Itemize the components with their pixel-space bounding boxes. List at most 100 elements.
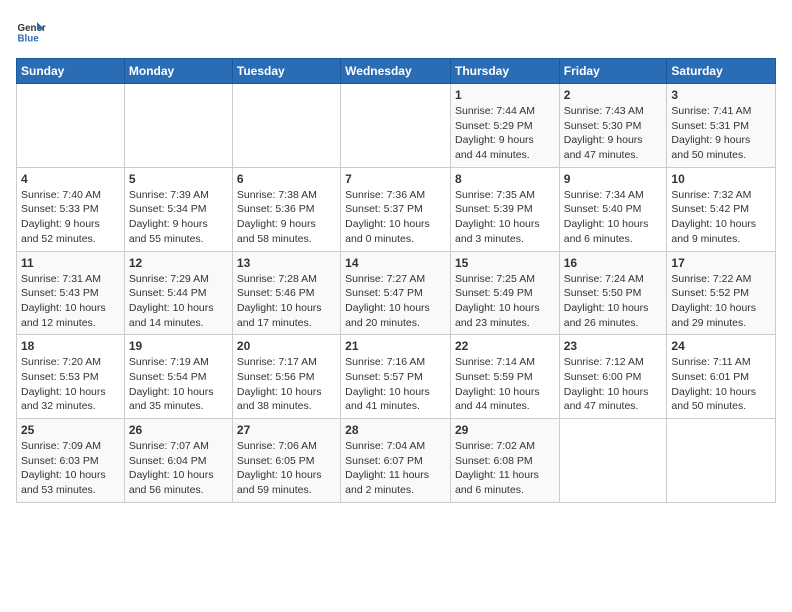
calendar-cell: 23 Sunrise: 7:12 AM Sunset: 6:00 PM Dayli… (559, 335, 667, 419)
calendar-cell: 26 Sunrise: 7:07 AM Sunset: 6:04 PM Dayli… (124, 419, 232, 503)
day-number: 25 (21, 423, 120, 437)
calendar-cell: 28Sunrise: 7:04 AM Sunset: 6:07 PM Dayli… (341, 419, 451, 503)
day-detail: Sunrise: 7:14 AM Sunset: 5:59 PM Dayligh… (455, 355, 555, 414)
calendar-cell (667, 419, 776, 503)
page-header: General Blue (16, 16, 776, 46)
day-number: 2 (564, 88, 663, 102)
day-detail: Sunrise: 7:19 AM Sunset: 5:54 PM Dayligh… (129, 355, 228, 414)
logo-icon: General Blue (16, 16, 46, 46)
calendar-cell (559, 419, 667, 503)
day-number: 14 (345, 256, 446, 270)
day-detail: Sunrise: 7:12 AM Sunset: 6:00 PM Dayligh… (564, 355, 663, 414)
day-detail: Sunrise: 7:34 AM Sunset: 5:40 PM Dayligh… (564, 188, 663, 247)
calendar-cell (341, 84, 451, 168)
calendar-week-2: 4 Sunrise: 7:40 AM Sunset: 5:33 PM Daylig… (17, 167, 776, 251)
calendar-body: 1 Sunrise: 7:44 AM Sunset: 5:29 PM Daylig… (17, 84, 776, 503)
calendar-cell: 7 Sunrise: 7:36 AM Sunset: 5:37 PM Daylig… (341, 167, 451, 251)
calendar-cell (124, 84, 232, 168)
day-number: 15 (455, 256, 555, 270)
calendar-cell: 25 Sunrise: 7:09 AM Sunset: 6:03 PM Dayli… (17, 419, 125, 503)
day-detail: Sunrise: 7:41 AM Sunset: 5:31 PM Dayligh… (671, 104, 771, 163)
calendar-cell: 4 Sunrise: 7:40 AM Sunset: 5:33 PM Daylig… (17, 167, 125, 251)
calendar-cell: 21Sunrise: 7:16 AM Sunset: 5:57 PM Dayli… (341, 335, 451, 419)
calendar-week-1: 1 Sunrise: 7:44 AM Sunset: 5:29 PM Daylig… (17, 84, 776, 168)
day-detail: Sunrise: 7:17 AM Sunset: 5:56 PM Dayligh… (237, 355, 336, 414)
day-detail: Sunrise: 7:32 AM Sunset: 5:42 PM Dayligh… (671, 188, 771, 247)
day-header-sunday: Sunday (17, 59, 125, 84)
day-number: 11 (21, 256, 120, 270)
calendar-cell (232, 84, 340, 168)
day-number: 9 (564, 172, 663, 186)
day-detail: Sunrise: 7:31 AM Sunset: 5:43 PM Dayligh… (21, 272, 120, 331)
day-number: 19 (129, 339, 228, 353)
day-detail: Sunrise: 7:06 AM Sunset: 6:05 PM Dayligh… (237, 439, 336, 498)
calendar-cell (17, 84, 125, 168)
day-header-monday: Monday (124, 59, 232, 84)
day-number: 5 (129, 172, 228, 186)
calendar-cell: 13 Sunrise: 7:28 AM Sunset: 5:46 PM Dayli… (232, 251, 340, 335)
day-number: 20 (237, 339, 336, 353)
day-number: 10 (671, 172, 771, 186)
day-detail: Sunrise: 7:44 AM Sunset: 5:29 PM Dayligh… (455, 104, 555, 163)
day-detail: Sunrise: 7:09 AM Sunset: 6:03 PM Dayligh… (21, 439, 120, 498)
calendar-cell: 5 Sunrise: 7:39 AM Sunset: 5:34 PM Daylig… (124, 167, 232, 251)
day-number: 26 (129, 423, 228, 437)
calendar-cell: 14 Sunrise: 7:27 AM Sunset: 5:47 PM Dayli… (341, 251, 451, 335)
calendar-cell: 20 Sunrise: 7:17 AM Sunset: 5:56 PM Dayli… (232, 335, 340, 419)
calendar-header-row: SundayMondayTuesdayWednesdayThursdayFrid… (17, 59, 776, 84)
day-detail: Sunrise: 7:43 AM Sunset: 5:30 PM Dayligh… (564, 104, 663, 163)
day-number: 29 (455, 423, 555, 437)
day-header-thursday: Thursday (450, 59, 559, 84)
svg-text:Blue: Blue (18, 34, 40, 45)
day-number: 17 (671, 256, 771, 270)
day-detail: Sunrise: 7:28 AM Sunset: 5:46 PM Dayligh… (237, 272, 336, 331)
day-detail: Sunrise: 7:35 AM Sunset: 5:39 PM Dayligh… (455, 188, 555, 247)
calendar-cell: 16 Sunrise: 7:24 AM Sunset: 5:50 PM Dayli… (559, 251, 667, 335)
calendar-cell: 29 Sunrise: 7:02 AM Sunset: 6:08 PM Dayli… (450, 419, 559, 503)
calendar-cell: 2 Sunrise: 7:43 AM Sunset: 5:30 PM Daylig… (559, 84, 667, 168)
calendar-cell: 15 Sunrise: 7:25 AM Sunset: 5:49 PM Dayli… (450, 251, 559, 335)
calendar-cell: 22 Sunrise: 7:14 AM Sunset: 5:59 PM Dayli… (450, 335, 559, 419)
day-number: 1 (455, 88, 555, 102)
calendar-cell: 1 Sunrise: 7:44 AM Sunset: 5:29 PM Daylig… (450, 84, 559, 168)
calendar-cell: 18 Sunrise: 7:20 AM Sunset: 5:53 PM Dayli… (17, 335, 125, 419)
day-number: 27 (237, 423, 336, 437)
day-number: 8 (455, 172, 555, 186)
calendar-cell: 9 Sunrise: 7:34 AM Sunset: 5:40 PM Daylig… (559, 167, 667, 251)
day-detail: Sunrise: 7:40 AM Sunset: 5:33 PM Dayligh… (21, 188, 120, 247)
day-detail: Sunrise: 7:07 AM Sunset: 6:04 PM Dayligh… (129, 439, 228, 498)
day-detail: Sunrise: 7:24 AM Sunset: 5:50 PM Dayligh… (564, 272, 663, 331)
day-number: 22 (455, 339, 555, 353)
calendar-cell: 8 Sunrise: 7:35 AM Sunset: 5:39 PM Daylig… (450, 167, 559, 251)
calendar-table: SundayMondayTuesdayWednesdayThursdayFrid… (16, 58, 776, 503)
day-detail: Sunrise: 7:11 AM Sunset: 6:01 PM Dayligh… (671, 355, 771, 414)
day-number: 16 (564, 256, 663, 270)
day-number: 23 (564, 339, 663, 353)
day-number: 4 (21, 172, 120, 186)
calendar-cell: 19 Sunrise: 7:19 AM Sunset: 5:54 PM Dayli… (124, 335, 232, 419)
day-detail: Sunrise: 7:20 AM Sunset: 5:53 PM Dayligh… (21, 355, 120, 414)
day-header-friday: Friday (559, 59, 667, 84)
day-header-saturday: Saturday (667, 59, 776, 84)
calendar-cell: 11 Sunrise: 7:31 AM Sunset: 5:43 PM Dayli… (17, 251, 125, 335)
calendar-cell: 12 Sunrise: 7:29 AM Sunset: 5:44 PM Dayli… (124, 251, 232, 335)
calendar-cell: 24 Sunrise: 7:11 AM Sunset: 6:01 PM Dayli… (667, 335, 776, 419)
day-detail: Sunrise: 7:29 AM Sunset: 5:44 PM Dayligh… (129, 272, 228, 331)
day-detail: Sunrise: 7:02 AM Sunset: 6:08 PM Dayligh… (455, 439, 555, 498)
day-header-wednesday: Wednesday (341, 59, 451, 84)
logo: General Blue (16, 16, 46, 46)
day-number: 6 (237, 172, 336, 186)
calendar-week-5: 25 Sunrise: 7:09 AM Sunset: 6:03 PM Dayli… (17, 419, 776, 503)
day-number: 13 (237, 256, 336, 270)
day-detail: Sunrise: 7:38 AM Sunset: 5:36 PM Dayligh… (237, 188, 336, 247)
calendar-cell: 27 Sunrise: 7:06 AM Sunset: 6:05 PM Dayli… (232, 419, 340, 503)
day-number: 18 (21, 339, 120, 353)
day-detail: Sunrise: 7:27 AM Sunset: 5:47 PM Dayligh… (345, 272, 446, 331)
day-number: 7 (345, 172, 446, 186)
day-detail: Sunrise: 7:22 AM Sunset: 5:52 PM Dayligh… (671, 272, 771, 331)
day-detail: Sunrise: 7:39 AM Sunset: 5:34 PM Dayligh… (129, 188, 228, 247)
day-number: 24 (671, 339, 771, 353)
day-detail: Sunrise: 7:36 AM Sunset: 5:37 PM Dayligh… (345, 188, 446, 247)
day-detail: Sunrise: 7:25 AM Sunset: 5:49 PM Dayligh… (455, 272, 555, 331)
day-number: 12 (129, 256, 228, 270)
